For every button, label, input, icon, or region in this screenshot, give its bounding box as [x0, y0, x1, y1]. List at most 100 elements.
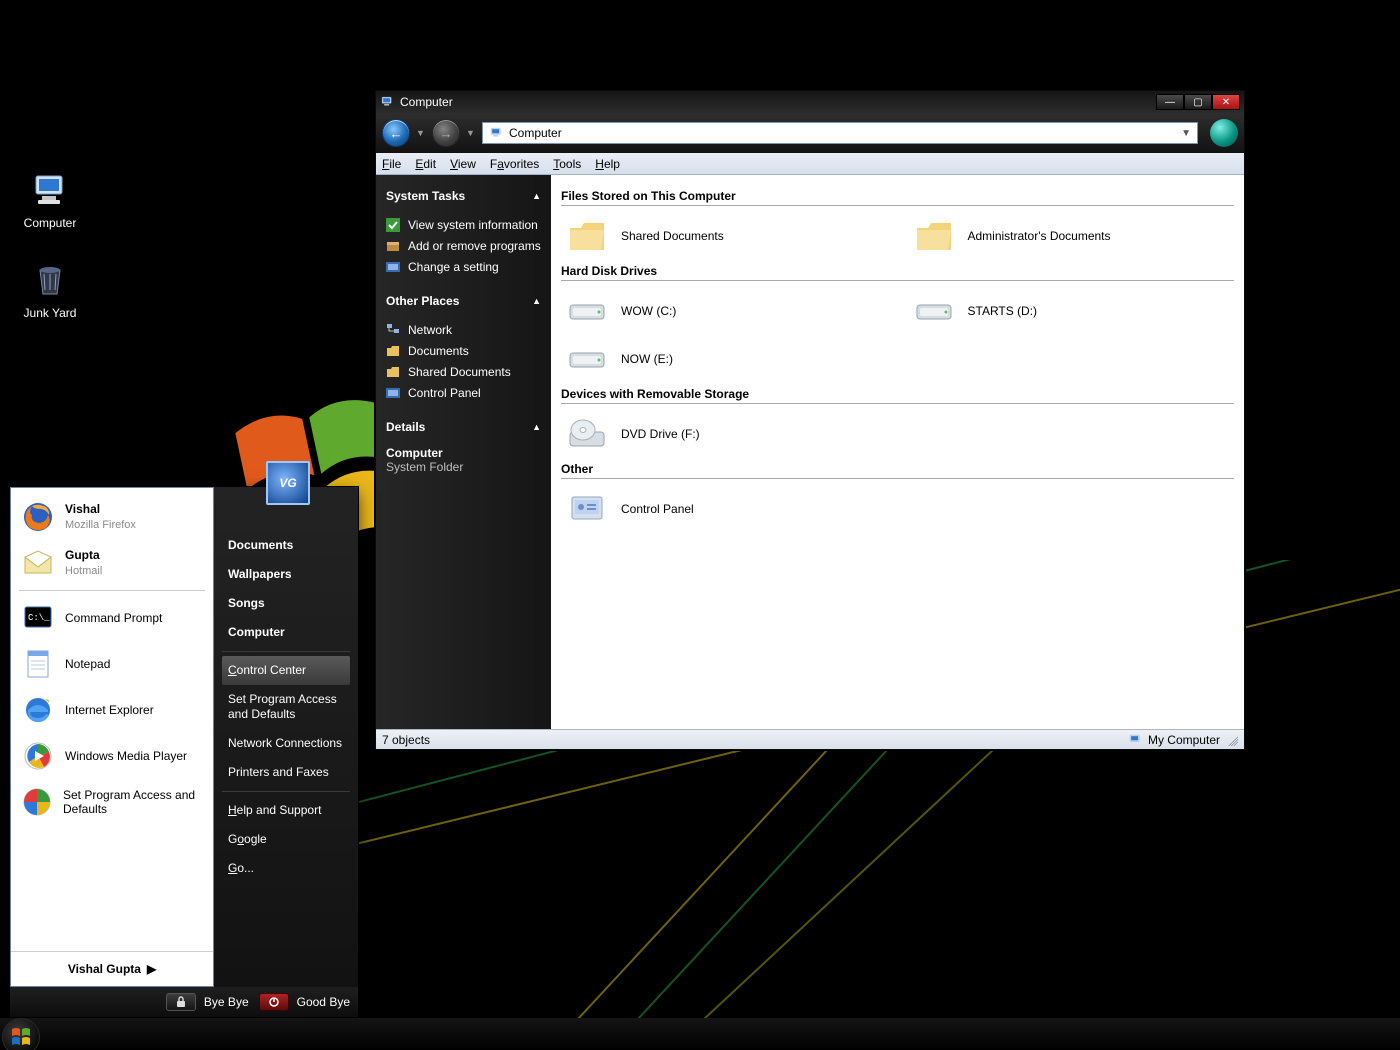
group-files-stored: Files Stored on This Computer — [561, 189, 1234, 206]
back-history-dropdown[interactable]: ▼ — [416, 128, 426, 138]
pinned-title: Command Prompt — [65, 611, 162, 625]
menu-favorites[interactable]: Favorites — [490, 157, 539, 171]
system-control-center[interactable]: Control Center — [222, 656, 350, 685]
details-header[interactable]: Details ▲ — [386, 420, 541, 438]
help-label: Google — [228, 832, 267, 846]
address-dropdown-icon[interactable]: ▼ — [1181, 128, 1191, 139]
help-google[interactable]: Google — [222, 825, 350, 854]
status-zone: My Computer — [1148, 733, 1220, 747]
computer-icon — [30, 170, 70, 210]
go-button[interactable] — [1210, 119, 1238, 147]
item-label: NOW (E:) — [621, 352, 673, 366]
task-view-system-info[interactable]: View system information — [386, 215, 541, 236]
user-avatar[interactable]: VG — [266, 461, 310, 505]
item-dvd-drive[interactable]: DVD Drive (F:) — [561, 412, 888, 456]
menu-edit[interactable]: Edit — [415, 157, 436, 171]
item-admin-documents[interactable]: Administrator's Documents — [908, 214, 1235, 258]
place-network[interactable]: Network — [386, 320, 541, 341]
help-go[interactable]: Go... — [222, 854, 350, 883]
explorer-window: Computer — ▢ ✕ ← ▼ → ▼ Computer ▼ File E… — [375, 90, 1245, 750]
place-label: Documents — [228, 538, 293, 552]
collapse-icon: ▲ — [532, 296, 541, 306]
titlebar[interactable]: Computer — ▢ ✕ — [376, 91, 1244, 113]
maximize-button[interactable]: ▢ — [1184, 94, 1212, 110]
menu-tools[interactable]: Tools — [553, 157, 581, 171]
place-computer[interactable]: Computer — [222, 618, 350, 647]
pinned-sub: Hotmail — [65, 565, 102, 577]
collapse-icon: ▲ — [532, 191, 541, 201]
firefox-icon — [22, 501, 54, 533]
forward-button[interactable]: → — [432, 119, 460, 147]
help-and-support[interactable]: Help and Support — [222, 796, 350, 825]
place-wallpapers[interactable]: Wallpapers — [222, 560, 350, 589]
pinned-title: Set Program Access and Defaults — [63, 788, 203, 817]
window-title: Computer — [400, 95, 453, 109]
item-drive-c[interactable]: WOW (C:) — [561, 289, 888, 333]
system-label: Control Center — [228, 663, 306, 677]
system-printers-faxes[interactable]: Printers and Faxes — [222, 758, 350, 787]
item-drive-e[interactable]: NOW (E:) — [561, 337, 888, 381]
minimize-button[interactable]: — — [1156, 94, 1184, 110]
desktop-icon-label: Junk Yard — [10, 306, 90, 320]
menu-bar: File Edit View Favorites Tools Help — [376, 153, 1244, 175]
separator — [222, 791, 350, 792]
pinned-notepad[interactable]: Notepad — [11, 641, 213, 687]
pinned-spad[interactable]: Set Program Access and Defaults — [11, 779, 213, 825]
menu-help[interactable]: Help — [595, 157, 620, 171]
place-label: Wallpapers — [228, 567, 292, 581]
logoff-button[interactable]: Bye Bye — [166, 993, 249, 1011]
address-bar[interactable]: Computer ▼ — [482, 122, 1198, 144]
shutdown-button[interactable]: Good Bye — [259, 993, 350, 1011]
item-shared-documents[interactable]: Shared Documents — [561, 214, 888, 258]
info-icon — [386, 218, 400, 232]
help-label: Help and Support — [228, 803, 321, 817]
menu-file[interactable]: File — [382, 157, 401, 171]
folder-icon — [567, 218, 607, 254]
system-tasks-title: System Tasks — [386, 189, 465, 203]
place-label: Computer — [228, 625, 285, 639]
control-panel-icon — [567, 492, 607, 526]
pinned-sub: Mozilla Firefox — [65, 519, 136, 531]
start-button[interactable] — [2, 1018, 40, 1050]
forward-history-dropdown[interactable]: ▼ — [466, 128, 476, 138]
taskbar[interactable] — [0, 1018, 1400, 1050]
task-label: Add or remove programs — [408, 239, 541, 254]
other-places-title: Other Places — [386, 294, 459, 308]
chevron-right-icon: ▶ — [147, 962, 156, 976]
place-documents[interactable]: Documents — [222, 531, 350, 560]
item-label: Administrator's Documents — [968, 229, 1111, 243]
pinned-ie[interactable]: Internet Explorer — [11, 687, 213, 733]
pinned-hotmail[interactable]: GuptaHotmail — [11, 540, 213, 586]
all-programs-button[interactable]: Vishal Gupta ▶ — [11, 951, 213, 986]
task-label: View system information — [408, 218, 538, 233]
menu-view[interactable]: View — [450, 157, 476, 171]
item-drive-d[interactable]: STARTS (D:) — [908, 289, 1235, 333]
place-shared-documents[interactable]: Shared Documents — [386, 362, 541, 383]
task-change-setting[interactable]: Change a setting — [386, 257, 541, 278]
desktop-icon-junk-yard[interactable]: Junk Yard — [10, 260, 90, 320]
system-network-connections[interactable]: Network Connections — [222, 729, 350, 758]
folder-icon — [386, 365, 400, 379]
ie-icon — [22, 694, 54, 726]
other-places-header[interactable]: Other Places ▲ — [386, 294, 541, 312]
system-spad[interactable]: Set Program Access and Defaults — [222, 685, 350, 729]
svg-text:C:\_: C:\_ — [28, 613, 50, 623]
place-songs[interactable]: Songs — [222, 589, 350, 618]
item-control-panel[interactable]: Control Panel — [561, 487, 888, 531]
recycle-bin-icon — [30, 260, 70, 300]
pinned-title: Vishal — [65, 502, 100, 516]
back-button[interactable]: ← — [382, 119, 410, 147]
pinned-firefox[interactable]: Vishal Mozilla Firefox — [11, 494, 213, 540]
place-control-panel[interactable]: Control Panel — [386, 383, 541, 404]
pinned-wmp[interactable]: Windows Media Player — [11, 733, 213, 779]
pinned-title: Windows Media Player — [65, 749, 187, 763]
close-button[interactable]: ✕ — [1212, 94, 1240, 110]
task-add-remove-programs[interactable]: Add or remove programs — [386, 236, 541, 257]
hdd-icon — [567, 345, 607, 373]
system-tasks-header[interactable]: System Tasks ▲ — [386, 189, 541, 207]
desktop-icon-computer[interactable]: Computer — [10, 170, 90, 230]
place-documents[interactable]: Documents — [386, 341, 541, 362]
resize-grip[interactable] — [1226, 734, 1238, 746]
pinned-cmd[interactable]: C:\_ Command Prompt — [11, 595, 213, 641]
start-menu-power-row: Bye Bye Good Bye — [10, 987, 358, 1017]
